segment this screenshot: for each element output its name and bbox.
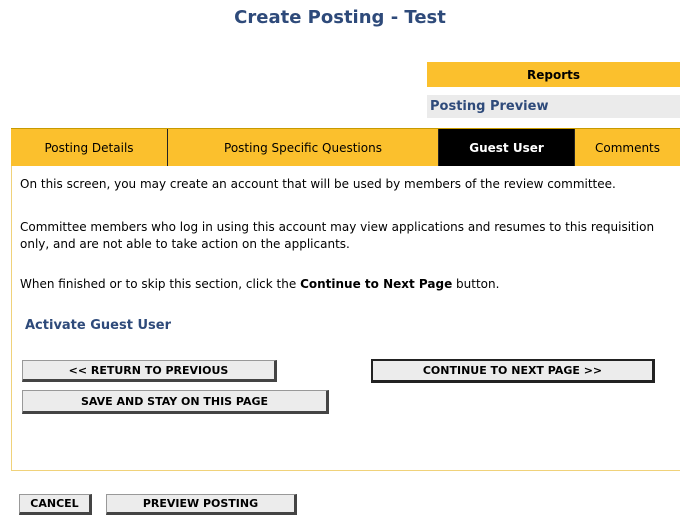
finish-note-bold: Continue to Next Page xyxy=(300,277,453,291)
finish-note-suffix: button. xyxy=(452,277,500,291)
intro-text: On this screen, you may create an accoun… xyxy=(20,177,616,191)
return-previous-button[interactable]: << RETURN TO PREVIOUS xyxy=(22,360,277,382)
tab-guest-user[interactable]: Guest User xyxy=(439,129,575,166)
reports-item-posting-preview[interactable]: Posting Preview xyxy=(427,95,680,118)
tab-comments[interactable]: Comments xyxy=(575,129,680,166)
finish-note: When finished or to skip this section, c… xyxy=(20,276,674,293)
reports-header: Reports xyxy=(427,62,680,87)
tab-bar: Posting Details Posting Specific Questio… xyxy=(11,128,680,166)
guest-user-panel: On this screen, you may create an accoun… xyxy=(11,166,680,471)
activate-guest-user-link[interactable]: Activate Guest User xyxy=(25,318,171,333)
continue-next-button[interactable]: CONTINUE TO NEXT PAGE >> xyxy=(371,359,655,383)
save-stay-button[interactable]: SAVE AND STAY ON THIS PAGE xyxy=(22,390,329,414)
tab-posting-details[interactable]: Posting Details xyxy=(11,129,168,166)
finish-note-prefix: When finished or to skip this section, c… xyxy=(20,277,301,291)
committee-note: Committee members who log in using this … xyxy=(20,220,655,251)
page-title: Create Posting - Test xyxy=(234,7,446,28)
tab-posting-specific-questions[interactable]: Posting Specific Questions xyxy=(168,129,439,166)
